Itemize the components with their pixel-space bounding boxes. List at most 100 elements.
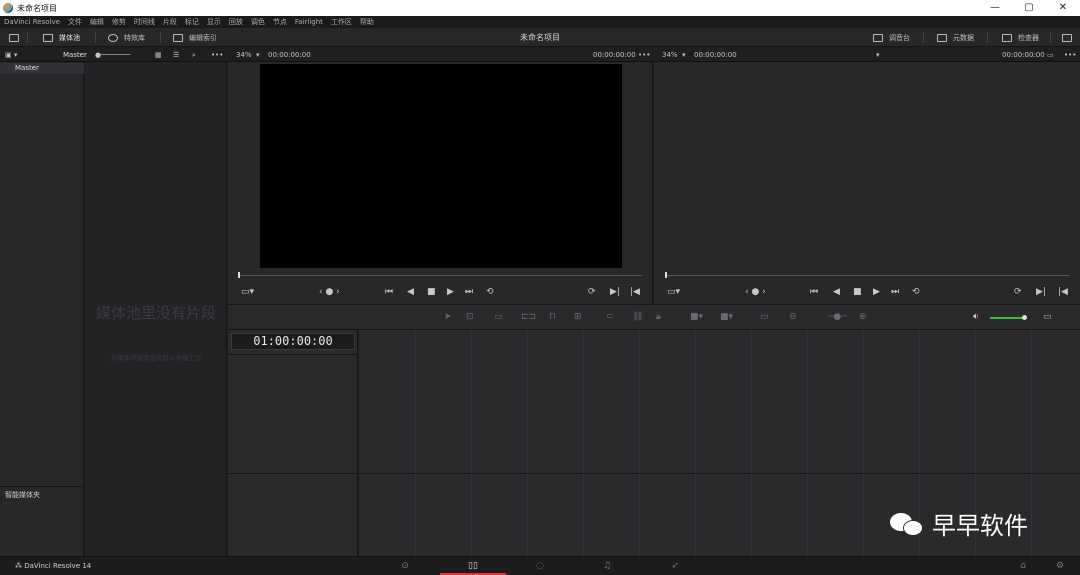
zoom-in-icon[interactable]: ⊕ [859, 312, 867, 323]
mixer-button[interactable]: 调音台 [873, 28, 910, 47]
app-version: ⁂ DaVinci Resolve 14 [15, 562, 92, 570]
close-button[interactable]: ✕ [1046, 0, 1080, 16]
marker-dropdown-icon[interactable]: ■▾ [720, 312, 733, 323]
source-match-frame-icon[interactable]: ⟳ [588, 287, 596, 297]
more-options-icon[interactable]: ••• [211, 48, 223, 62]
inspector-icon [1002, 33, 1012, 42]
page-fairlight-icon[interactable]: ♫ [574, 557, 640, 575]
menu-playback[interactable]: 回放 [229, 17, 243, 27]
volume-icon[interactable]: 🔉︎ [973, 312, 979, 323]
menu-mark[interactable]: 标记 [185, 17, 199, 27]
timeline-stop-icon[interactable]: ■ [853, 287, 862, 297]
source-zoom-dropdown-icon[interactable]: ▾ [256, 48, 260, 62]
page-color-icon[interactable]: ◌ [507, 557, 573, 575]
viewer-layout-icon[interactable]: ▭ [1047, 48, 1054, 62]
insert-clip-icon[interactable]: ⊏⊐ [521, 312, 536, 323]
menu-file[interactable]: 文件 [68, 17, 82, 27]
timeline-jog-control[interactable]: ‹ ● › [745, 287, 766, 297]
volume-slider[interactable] [990, 317, 1025, 319]
search-icon[interactable]: ⌕ [192, 48, 196, 62]
minimize-button[interactable]: — [978, 0, 1012, 16]
media-pool[interactable]: 媒体池里没有片段 从媒体存储添加片段以开始工作 [85, 62, 227, 556]
media-pool-empty-hint: 从媒体存储添加片段以开始工作 [110, 354, 202, 362]
source-options-icon[interactable]: ••• [638, 48, 650, 62]
timeline-match-frame-icon[interactable]: ⟳ [1014, 287, 1022, 297]
menu-help[interactable]: 帮助 [360, 17, 374, 27]
project-title: 未命名项目 [520, 33, 560, 42]
timeline-mark-in-icon[interactable]: ▶| [1036, 287, 1046, 297]
timeline-view-mode-icon[interactable]: ▭▾ [667, 287, 680, 297]
source-scrubber[interactable] [238, 275, 642, 276]
timeline-loop-icon[interactable]: ⟲ [912, 287, 920, 297]
viewer-options-icon[interactable]: ••• [1064, 48, 1076, 62]
source-mark-out-icon[interactable]: |◀ [630, 287, 640, 297]
lock-icon[interactable]: 🔒︎ [656, 312, 661, 323]
source-reverse-icon[interactable]: ◀ [407, 287, 414, 297]
settings-gear-icon[interactable]: ⚙ [1027, 557, 1080, 575]
flag-dropdown-icon[interactable]: ■▾ [690, 312, 703, 323]
overwrite-clip-icon[interactable]: ⊓ [549, 312, 556, 323]
timeline-skip-end-icon[interactable]: ⏭ [891, 287, 899, 297]
timeline-video-frame[interactable] [658, 64, 1076, 268]
list-view-icon[interactable]: ☰ [173, 48, 179, 62]
panel-header-bar: ▣ ▾ Master ●─────── ▦ ☰ ⌕ ••• 34% ▾ 00:0… [0, 48, 1080, 62]
page-navigation-bar: ⁂ DaVinci Resolve 14 ⊙ ▯▯ ◌ ♫ ➶ ⌂ ⚙ [0, 556, 1080, 575]
timeline-dropdown-icon[interactable]: ▾ [876, 48, 880, 62]
menu-davinci[interactable]: DaVinci Resolve [4, 18, 60, 26]
timeline-reverse-icon[interactable]: ◀ [833, 287, 840, 297]
page-deliver-icon[interactable]: ➶ [642, 557, 708, 575]
thumbnail-size-slider[interactable]: ●─────── [95, 48, 131, 62]
zoom-out-icon[interactable]: ⊖ [789, 312, 797, 323]
thumbnail-view-icon[interactable]: ▦ [155, 48, 162, 62]
replace-clip-icon[interactable]: ⊞ [574, 312, 582, 323]
menu-nodes[interactable]: 节点 [273, 17, 287, 27]
source-loop-icon[interactable]: ⟲ [486, 287, 494, 297]
source-mark-in-icon[interactable]: ▶| [610, 287, 620, 297]
source-video-frame[interactable] [260, 64, 622, 268]
menu-view[interactable]: 显示 [207, 17, 221, 27]
inspector-button[interactable]: 检查器 [1002, 28, 1039, 47]
source-jog-control[interactable]: ‹ ● › [319, 287, 340, 297]
source-skip-end-icon[interactable]: ⏭ [465, 287, 473, 297]
menu-clip[interactable]: 片段 [163, 17, 177, 27]
snapping-icon[interactable]: ⊂ [606, 312, 614, 323]
timeline-play-icon[interactable]: ▶ [873, 287, 880, 297]
menu-edit[interactable]: 编辑 [90, 17, 104, 27]
smart-bins-header[interactable]: 智能媒体夹 [0, 486, 84, 500]
timeline-timecode[interactable]: 01:00:00:00 [231, 333, 355, 350]
audio-meter-icon[interactable]: ▭ [1043, 312, 1052, 323]
source-view-mode-icon[interactable]: ▭▾ [241, 287, 254, 297]
trim-tool-icon[interactable]: ⊡ [466, 312, 474, 323]
page-media-icon[interactable]: ⊙ [372, 557, 438, 575]
page-edit-icon[interactable]: ▯▯ [440, 557, 506, 575]
timeline-skip-start-icon[interactable]: ⏮ [810, 287, 818, 297]
source-play-icon[interactable]: ▶ [447, 287, 454, 297]
collapse-panel-icon[interactable] [1062, 28, 1072, 47]
menu-trim[interactable]: 修剪 [112, 17, 126, 27]
source-playhead[interactable] [238, 272, 240, 278]
selection-tool-icon[interactable]: ➤ [444, 312, 452, 323]
link-icon[interactable]: ⛓ [632, 312, 643, 323]
volume-slider-knob[interactable] [1022, 315, 1027, 320]
source-zoom[interactable]: 34% [236, 48, 252, 62]
resolve-logo-icon: ⁂ [15, 562, 25, 570]
detail-zoom-icon[interactable]: ▭ [760, 312, 769, 323]
bin-list-toggle-icon[interactable]: ▣ ▾ [5, 48, 17, 62]
blade-tool-icon[interactable]: ▭ [494, 312, 503, 323]
maximize-button[interactable]: ▢ [1012, 0, 1046, 16]
timeline-mark-out-icon[interactable]: |◀ [1058, 287, 1068, 297]
menu-timeline[interactable]: 时间线 [134, 17, 155, 27]
timeline-zoom-dropdown-icon[interactable]: ▾ [682, 48, 686, 62]
source-viewer: ▭▾ ‹ ● › ⏮ ◀ ■ ▶ ⏭ ⟲ ⟳ ▶| |◀ [228, 62, 653, 304]
menu-workspace[interactable]: 工作区 [331, 17, 352, 27]
timeline-playhead[interactable] [665, 272, 667, 278]
bin-master[interactable]: Master [0, 63, 84, 74]
metadata-button[interactable]: 元数据 [937, 28, 974, 47]
menu-color[interactable]: 调色 [251, 17, 265, 27]
timeline-zoom[interactable]: 34% [662, 48, 678, 62]
zoom-slider[interactable]: ─●─ [828, 312, 847, 323]
source-stop-icon[interactable]: ■ [427, 287, 436, 297]
source-skip-start-icon[interactable]: ⏮ [385, 287, 393, 297]
timeline-scrubber[interactable] [665, 275, 1069, 276]
menu-fairlight[interactable]: Fairlight [295, 18, 323, 26]
